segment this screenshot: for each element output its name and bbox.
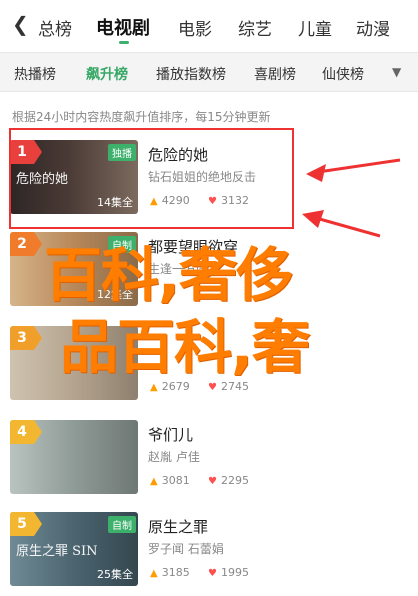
series-subtitle: 赵胤 卢佳 xyxy=(148,450,200,464)
tab-variety[interactable]: 综艺 xyxy=(238,15,272,40)
episode-count: 25集全 xyxy=(97,568,133,581)
ranking-hint: 根据24小时内容热度飙升值排序，每15分钟更新 xyxy=(12,110,271,124)
highlight-box xyxy=(9,128,294,229)
tab-kids[interactable]: 儿童 xyxy=(298,15,332,40)
tab-anime[interactable]: 动漫 xyxy=(356,15,390,40)
fire-icon: ▲ xyxy=(150,568,158,579)
series-title[interactable]: 爷们儿 xyxy=(148,424,193,445)
heart-icon: ♥ xyxy=(208,476,217,487)
series-subtitle: 生逢一方同 xyxy=(148,262,209,276)
rank-badge: 5 xyxy=(10,512,42,536)
heat-stat: ▲ 3081 xyxy=(150,474,190,487)
ranking-item[interactable]: 2 自制 12集全 都要望眼欲穿 生逢一方同 xyxy=(0,232,418,322)
likes-stat: ♥ 2295 xyxy=(208,474,249,487)
active-tab-indicator xyxy=(119,41,129,44)
episode-count: 12集全 xyxy=(97,288,133,301)
heart-icon: ♥ xyxy=(208,568,217,579)
expand-chevron-down-icon[interactable]: ▼ xyxy=(392,65,401,79)
poster[interactable]: 4 xyxy=(10,420,138,494)
series-title[interactable]: 都要望眼欲穿 xyxy=(148,236,238,257)
ranking-item[interactable]: 4 爷们儿 赵胤 卢佳 ▲ 3081 ♥ 2295 xyxy=(0,420,418,510)
poster[interactable]: 2 自制 12集全 xyxy=(10,232,138,306)
heart-icon: ♥ xyxy=(208,382,217,393)
self-made-badge: 自制 xyxy=(108,516,136,533)
poster-title: 原生之罪 SIN xyxy=(16,544,98,559)
rank-badge: 3 xyxy=(10,326,42,350)
heat-stat: ▲ 3185 xyxy=(150,566,190,579)
rank-badge: 4 xyxy=(10,420,42,444)
back-chevron-left-icon[interactable]: ❮ xyxy=(12,12,29,36)
series-subtitle: 罗子闻 石蕾娟 xyxy=(148,542,224,556)
ranking-item[interactable]: 3 ▲ 2679 ♥ 2745 xyxy=(0,326,418,416)
heat-stat: ▲ 2679 xyxy=(150,380,190,393)
likes-stat: ♥ 2745 xyxy=(208,380,249,393)
rank-badge: 2 xyxy=(10,232,42,256)
subtab-hot[interactable]: 热播榜 xyxy=(14,64,56,84)
tab-overall[interactable]: 总榜 xyxy=(38,15,72,40)
subtab-comedy[interactable]: 喜剧榜 xyxy=(254,64,296,84)
ranking-item[interactable]: 5 自制 原生之罪 SIN 25集全 原生之罪 罗子闻 石蕾娟 ▲ 3185 ♥ 1… xyxy=(0,512,418,596)
top-nav: ❮ 总榜 电视剧 电影 综艺 儿童 动漫 xyxy=(0,0,418,52)
fire-icon: ▲ xyxy=(150,476,158,487)
sub-nav: 热播榜 飙升榜 播放指数榜 喜剧榜 仙侠榜 ▼ xyxy=(0,52,418,92)
likes-stat: ♥ 1995 xyxy=(208,566,249,579)
subtab-play-index[interactable]: 播放指数榜 xyxy=(156,64,226,84)
subtab-rising[interactable]: 飙升榜 xyxy=(86,64,128,84)
subtab-xianxia[interactable]: 仙侠榜 xyxy=(322,64,364,84)
tab-tv-series[interactable]: 电视剧 xyxy=(96,14,150,40)
poster[interactable]: 5 自制 原生之罪 SIN 25集全 xyxy=(10,512,138,586)
self-made-badge: 自制 xyxy=(108,236,136,253)
tab-movie[interactable]: 电影 xyxy=(178,15,212,40)
series-title[interactable]: 原生之罪 xyxy=(148,516,208,537)
fire-icon: ▲ xyxy=(150,382,158,393)
poster[interactable]: 3 xyxy=(10,326,138,400)
